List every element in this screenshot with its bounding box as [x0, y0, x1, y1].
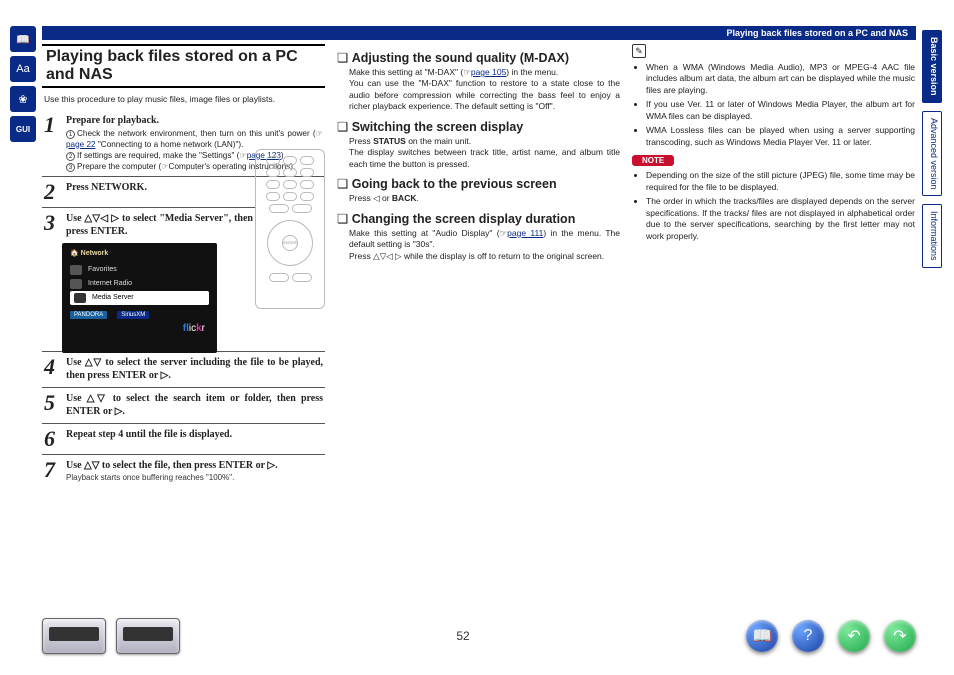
mdax-body: Make this setting at "M-DAX" (☞page 105)… — [337, 67, 620, 113]
help-nav-icon[interactable]: ? — [792, 620, 824, 652]
nav-buttons: 📖 ? ↶ ↷ — [746, 620, 916, 652]
step-3: 3 Use △▽◁ ▷ to select "Media Server", th… — [42, 208, 255, 243]
heading-mdax: Adjusting the sound quality (M-DAX) — [337, 50, 620, 65]
step-number: 1 — [44, 114, 60, 136]
circle-1-icon: 1 — [66, 130, 75, 139]
screen-row-flickr: flickr — [70, 321, 209, 336]
circle-2-icon: 2 — [66, 152, 75, 161]
tab-advanced-version[interactable]: Advanced version — [922, 111, 942, 197]
step-2: 2 Press NETWORK. — [42, 177, 255, 208]
step-number: 5 — [44, 392, 60, 414]
switch-body: Press STATUS on the main unit. The displ… — [337, 136, 620, 170]
step-5-text: Use △▽ to select the search item or fold… — [66, 393, 323, 418]
page-title: Playing back files stored on a PC and NA… — [42, 44, 325, 88]
flickr-logo: flickr — [183, 323, 205, 334]
step-6: 6 Repeat step 4 until the file is displa… — [42, 424, 325, 455]
step-number: 7 — [44, 459, 60, 481]
intro-text: Use this procedure to play music files, … — [42, 94, 325, 104]
duration-body: Make this setting at "Audio Display" (☞p… — [337, 228, 620, 262]
step-number: 4 — [44, 356, 60, 378]
left-icon-column: 📖 Aa ❀ GUI — [10, 26, 36, 142]
page-body: Playing back files stored on a PC and NA… — [42, 44, 917, 604]
screen-row-favorites: Favorites — [70, 263, 209, 277]
step-4: 4 Use △▽ to select the server including … — [42, 352, 325, 388]
tips-list: When a WMA (Windows Media Audio), MP3 or… — [632, 62, 915, 148]
list-item: The order in which the tracks/files are … — [646, 196, 915, 242]
remote-mock: ENTER — [255, 149, 325, 309]
link-page-105[interactable]: page 105 — [471, 67, 506, 77]
note-list: Depending on the size of the still pictu… — [632, 170, 915, 242]
step-7: 7 Use △▽ to select the file, then press … — [42, 455, 325, 488]
step-7-sub: Playback starts once buffering reaches "… — [66, 473, 323, 484]
list-item: WMA Lossless files can be played when us… — [646, 125, 915, 148]
right-tabs: Basic version Advanced version Informati… — [922, 30, 942, 268]
step-2-text: Press NETWORK. — [66, 182, 147, 193]
step-1-head: Prepare for playback. — [66, 114, 323, 128]
step-6-text: Repeat step 4 until the file is displaye… — [66, 429, 232, 440]
header-title: Playing back files stored on a PC and NA… — [726, 28, 908, 38]
list-item: Depending on the size of the still pictu… — [646, 170, 915, 193]
screen-row-media-server: Media Server — [70, 291, 209, 305]
heading-go-back: Going back to the previous screen — [337, 176, 620, 191]
gui-icon[interactable]: GUI — [10, 116, 36, 142]
header-bar: Playing back files stored on a PC and NA… — [42, 26, 916, 40]
tab-basic-version[interactable]: Basic version — [922, 30, 942, 103]
heading-display-duration: Changing the screen display duration — [337, 211, 620, 226]
step-4-text: Use △▽ to select the server including th… — [66, 357, 323, 382]
device-front-icon[interactable] — [42, 618, 106, 654]
step-3-text: Use △▽◁ ▷ to select "Media Server", then… — [66, 213, 253, 238]
page-number: 52 — [456, 629, 469, 643]
step-5: 5 Use △▽ to select the search item or fo… — [42, 388, 325, 424]
screen-head: 🏠 Network — [70, 249, 209, 257]
heading-switch-display: Switching the screen display — [337, 119, 620, 134]
pandora-logo: PANDORA — [70, 311, 107, 319]
pen-icon: ✎ — [632, 44, 646, 58]
device-rear-icon[interactable] — [116, 618, 180, 654]
list-item: If you use Ver. 11 or later of Windows M… — [646, 99, 915, 122]
column-3: ✎ When a WMA (Windows Media Audio), MP3 … — [632, 44, 915, 604]
prev-nav-icon[interactable]: ↶ — [838, 620, 870, 652]
book-icon[interactable]: 📖 — [10, 26, 36, 52]
step-number: 2 — [44, 181, 60, 203]
next-nav-icon[interactable]: ↷ — [884, 620, 916, 652]
shell-icon[interactable]: ❀ — [10, 86, 36, 112]
link-page-22[interactable]: page 22 — [66, 140, 96, 149]
device-thumbnails — [42, 618, 180, 654]
circle-3-icon: 3 — [66, 163, 75, 172]
step-7-text: Use △▽ to select the file, then press EN… — [66, 460, 278, 471]
aa-icon[interactable]: Aa — [10, 56, 36, 82]
footer: 52 📖 ? ↶ ↷ — [42, 615, 916, 657]
link-page-111[interactable]: page 111 — [507, 228, 543, 238]
heart-icon — [70, 265, 82, 275]
book-nav-icon[interactable]: 📖 — [746, 620, 778, 652]
screen-row-brands: PANDORA SiriusXM — [70, 309, 209, 321]
tv-screen-mock: 🏠 Network Favorites Internet Radio Media… — [62, 243, 217, 353]
radio-icon — [70, 279, 82, 289]
note-badge: NOTE — [632, 155, 674, 166]
dpad-icon: ENTER — [267, 220, 313, 266]
column-1: Playing back files stored on a PC and NA… — [42, 44, 325, 604]
step-number: 3 — [44, 212, 60, 234]
goback-body: Press ◁ or BACK. — [337, 193, 620, 204]
screen-row-internet-radio: Internet Radio — [70, 277, 209, 291]
sirius-logo: SiriusXM — [117, 311, 149, 319]
list-item: When a WMA (Windows Media Audio), MP3 or… — [646, 62, 915, 96]
column-2: Adjusting the sound quality (M-DAX) Make… — [337, 44, 620, 604]
step-number: 6 — [44, 428, 60, 450]
server-icon — [74, 293, 86, 303]
tab-informations[interactable]: Informations — [922, 204, 942, 268]
